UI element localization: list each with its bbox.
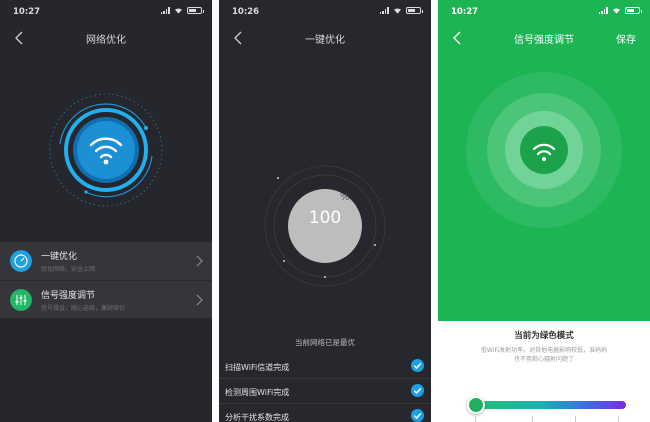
chevron-right-icon — [196, 294, 203, 306]
green-mode-panel: 10:27 信号强度调节 保存 — [438, 0, 650, 321]
wifi-status-icon — [394, 8, 401, 14]
menu-item-subtitle: 优化网络，安全上网 — [41, 266, 96, 273]
slider-tick — [575, 416, 576, 422]
nav-bar: 信号强度调节 保存 — [438, 26, 650, 50]
page-title: 网络优化 — [86, 35, 126, 46]
mode-title: 当前为绿色模式 — [514, 331, 574, 341]
status-bar: 10:27 — [438, 0, 650, 22]
status-bar: 10:27 — [0, 0, 212, 22]
check-circle-icon — [411, 409, 424, 422]
check-circle-icon — [411, 359, 424, 372]
task-row-scan-channel: 扫描WiFi信道完成 — [219, 354, 431, 379]
check-circle-icon — [411, 384, 424, 397]
screen-signal-strength: 10:27 信号强度调节 保存 当前为绿色模式 低WiFi发射功率，对其他电器影… — [438, 0, 650, 422]
signal-rings-graphic — [466, 72, 622, 228]
progress-unit: % — [340, 192, 350, 203]
battery-icon — [625, 7, 642, 14]
menu-item-signal-strength[interactable]: 信号强度调节 信号增益，随心选择，兼顾穿衍 — [0, 280, 212, 318]
wifi-status-icon — [175, 8, 182, 14]
save-button[interactable]: 保存 — [616, 31, 636, 46]
slider-tick — [532, 416, 533, 422]
speedometer-icon — [10, 250, 32, 272]
task-label: 分析干扰系数完成 — [225, 413, 289, 422]
task-label: 检测周围WiFi完成 — [225, 388, 290, 397]
menu-item-title: 一键优化 — [41, 252, 78, 262]
battery-icon — [406, 7, 423, 14]
status-time: 10:26 — [232, 7, 260, 17]
signal-strength-slider[interactable] — [468, 401, 626, 409]
nav-bar: 网络优化 — [0, 26, 212, 50]
optimize-state-text: 当前网络已是最优 — [295, 338, 355, 347]
mode-description: 低WiFi发射功率，对其他电器影响较低，准妈妈也不用担心辐射问题了 — [480, 347, 608, 363]
menu-item-title: 信号强度调节 — [41, 291, 96, 301]
status-time: 10:27 — [13, 7, 41, 17]
nav-bar: 一键优化 — [219, 26, 431, 50]
task-row-detect-wifi: 检测周围WiFi完成 — [219, 379, 431, 404]
status-icons — [598, 7, 642, 14]
status-time: 10:27 — [451, 7, 479, 17]
cell-signal-icon — [379, 7, 389, 14]
optimize-menu: 一键优化 优化网络，安全上网 信号强度调节 信号增益，随心选择，兼顾穿衍 — [0, 242, 212, 318]
page-title: 一键优化 — [305, 35, 345, 46]
status-icons — [160, 7, 204, 14]
battery-icon — [187, 7, 204, 14]
slider-tick — [618, 416, 619, 422]
slider-tick — [475, 416, 476, 422]
wifi-radar-graphic — [49, 93, 163, 207]
equalizer-icon — [10, 289, 32, 311]
slider-thumb[interactable] — [467, 396, 485, 414]
task-row-analyze-interference: 分析干扰系数完成 — [219, 404, 431, 422]
screen-network-optimize: 10:27 网络优化 一键优化 优化网络，安全上网 信号强度调节 信号增益，随心… — [0, 0, 212, 422]
menu-item-subtitle: 信号增益，随心选择，兼顾穿衍 — [41, 305, 126, 312]
cell-signal-icon — [160, 7, 170, 14]
chevron-right-icon — [196, 255, 203, 267]
task-label: 扫描WiFi信道完成 — [225, 363, 290, 372]
progress-value: 100 — [308, 208, 342, 228]
wifi-status-icon — [613, 8, 620, 14]
cell-signal-icon — [598, 7, 608, 14]
status-bar: 10:26 — [219, 0, 431, 22]
menu-item-one-click-optimize[interactable]: 一键优化 优化网络，安全上网 — [0, 242, 212, 280]
status-icons — [379, 7, 423, 14]
